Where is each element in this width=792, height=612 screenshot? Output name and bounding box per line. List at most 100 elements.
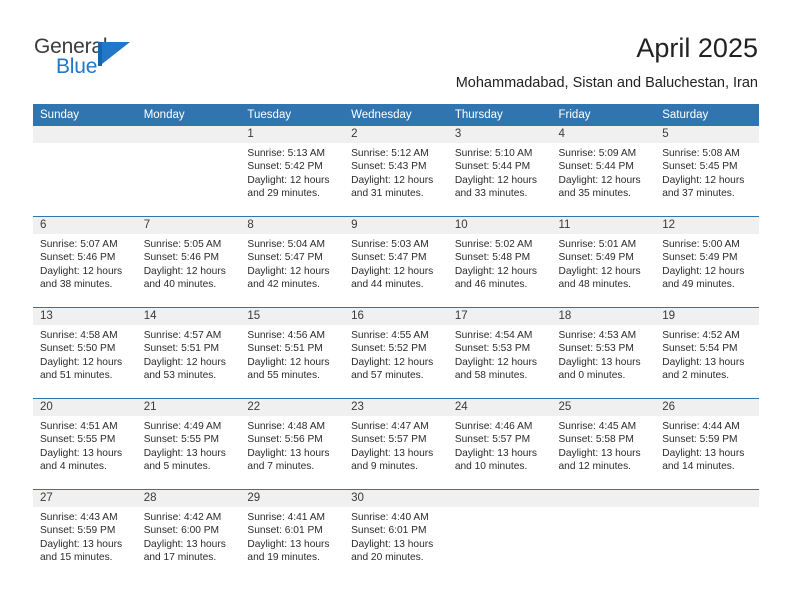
day-sun-info: Sunrise: 4:47 AM Sunset: 5:57 PM Daylight:… bbox=[344, 416, 448, 474]
calendar-day-cell[interactable]: 27 Sunrise: 4:43 AM Sunset: 5:59 PM Dayligh… bbox=[33, 489, 137, 580]
calendar-day-cell[interactable]: 30 Sunrise: 4:40 AM Sunset: 6:01 PM Dayligh… bbox=[344, 489, 448, 580]
day-sun-info: Sunrise: 4:55 AM Sunset: 5:52 PM Daylight:… bbox=[344, 325, 448, 383]
calendar-day-cell[interactable]: 23 Sunrise: 4:47 AM Sunset: 5:57 PM Dayligh… bbox=[344, 398, 448, 490]
day-sun-info: Sunrise: 4:48 AM Sunset: 5:56 PM Daylight:… bbox=[240, 416, 344, 474]
sunset-text: Sunset: 5:58 PM bbox=[558, 434, 634, 446]
logo-text-general: General bbox=[34, 35, 108, 58]
daylight-text: Daylight: 12 hours and 48 minutes. bbox=[558, 265, 641, 291]
day-cell-content: 16 Sunrise: 4:55 AM Sunset: 5:52 PM Dayligh… bbox=[344, 308, 448, 398]
calendar-day-cell[interactable]: 22 Sunrise: 4:48 AM Sunset: 5:56 PM Dayligh… bbox=[240, 398, 345, 490]
calendar-day-cell[interactable]: 3 Sunrise: 5:10 AM Sunset: 5:44 PM Daylight… bbox=[447, 126, 552, 217]
sunset-text: Sunset: 5:51 PM bbox=[143, 343, 220, 355]
daylight-text: Daylight: 12 hours and 51 minutes. bbox=[40, 356, 123, 382]
day-number: 23 bbox=[344, 399, 448, 416]
calendar-week-row: 20 Sunrise: 4:51 AM Sunset: 5:55 PM Dayligh… bbox=[33, 398, 759, 490]
day-sun-info: Sunrise: 4:45 AM Sunset: 5:58 PM Daylight:… bbox=[552, 416, 656, 474]
day-sun-info: Sunrise: 4:57 AM Sunset: 5:51 PM Daylight:… bbox=[137, 325, 241, 383]
day-sun-info: Sunrise: 5:13 AM Sunset: 5:42 PM Daylight:… bbox=[240, 143, 344, 201]
day-cell-content: 9 Sunrise: 5:03 AM Sunset: 5:47 PM Daylight… bbox=[344, 217, 448, 307]
calendar-day-cell[interactable]: 13 Sunrise: 4:58 AM Sunset: 5:50 PM Dayligh… bbox=[33, 307, 137, 399]
day-cell-content: 21 Sunrise: 4:49 AM Sunset: 5:55 PM Dayligh… bbox=[136, 399, 241, 489]
daylight-text: Daylight: 12 hours and 53 minutes. bbox=[143, 356, 226, 382]
sunrise-text: Sunrise: 5:03 AM bbox=[351, 239, 429, 250]
calendar-day-cell[interactable]: 10 Sunrise: 5:02 AM Sunset: 5:48 PM Dayligh… bbox=[447, 216, 552, 308]
calendar-day-cell[interactable]: 21 Sunrise: 4:49 AM Sunset: 5:55 PM Dayligh… bbox=[136, 398, 241, 490]
sunset-text: Sunset: 5:44 PM bbox=[558, 161, 634, 173]
calendar-day-cell bbox=[136, 126, 241, 217]
sunrise-text: Sunrise: 5:08 AM bbox=[662, 148, 740, 159]
day-cell-content: 2 Sunrise: 5:12 AM Sunset: 5:43 PM Daylight… bbox=[344, 126, 448, 216]
weekday-header-tuesday: Tuesday bbox=[240, 104, 345, 126]
calendar-day-cell[interactable]: 18 Sunrise: 4:53 AM Sunset: 5:53 PM Dayligh… bbox=[551, 307, 656, 399]
day-sun-info: Sunrise: 4:58 AM Sunset: 5:50 PM Daylight:… bbox=[33, 325, 137, 383]
day-number: 16 bbox=[344, 308, 448, 325]
calendar-day-cell[interactable]: 5 Sunrise: 5:08 AM Sunset: 5:45 PM Daylight… bbox=[655, 126, 759, 217]
calendar-day-cell[interactable]: 20 Sunrise: 4:51 AM Sunset: 5:55 PM Dayligh… bbox=[33, 398, 137, 490]
day-cell-content: 22 Sunrise: 4:48 AM Sunset: 5:56 PM Dayligh… bbox=[240, 399, 345, 489]
weekday-header-sunday: Sunday bbox=[33, 104, 137, 126]
calendar-day-cell[interactable]: 7 Sunrise: 5:05 AM Sunset: 5:46 PM Daylight… bbox=[136, 216, 241, 308]
calendar-day-cell[interactable]: 16 Sunrise: 4:55 AM Sunset: 5:52 PM Dayligh… bbox=[344, 307, 448, 399]
calendar-day-cell[interactable]: 24 Sunrise: 4:46 AM Sunset: 5:57 PM Dayligh… bbox=[447, 398, 552, 490]
calendar-day-cell[interactable]: 25 Sunrise: 4:45 AM Sunset: 5:58 PM Dayligh… bbox=[551, 398, 656, 490]
calendar-day-cell[interactable]: 14 Sunrise: 4:57 AM Sunset: 5:51 PM Dayligh… bbox=[136, 307, 241, 399]
calendar-day-cell[interactable]: 12 Sunrise: 5:00 AM Sunset: 5:49 PM Dayligh… bbox=[655, 216, 759, 308]
day-sun-info: Sunrise: 4:40 AM Sunset: 6:01 PM Daylight:… bbox=[344, 507, 448, 565]
sunset-text: Sunset: 5:49 PM bbox=[558, 252, 634, 264]
day-sun-info: Sunrise: 4:52 AM Sunset: 5:54 PM Daylight:… bbox=[655, 325, 759, 383]
calendar-day-cell[interactable]: 26 Sunrise: 4:44 AM Sunset: 5:59 PM Dayligh… bbox=[655, 398, 759, 490]
calendar-day-cell[interactable]: 29 Sunrise: 4:41 AM Sunset: 6:01 PM Dayligh… bbox=[240, 489, 345, 580]
calendar-day-cell[interactable]: 11 Sunrise: 5:01 AM Sunset: 5:49 PM Dayligh… bbox=[551, 216, 656, 308]
sunrise-text: Sunrise: 5:07 AM bbox=[40, 239, 118, 250]
day-sun-info: Sunrise: 5:04 AM Sunset: 5:47 PM Daylight:… bbox=[240, 234, 344, 292]
day-sun-info: Sunrise: 5:10 AM Sunset: 5:44 PM Daylight:… bbox=[448, 143, 552, 201]
sunset-text: Sunset: 5:53 PM bbox=[454, 343, 531, 355]
day-number: 19 bbox=[655, 308, 759, 325]
calendar-day-cell[interactable]: 9 Sunrise: 5:03 AM Sunset: 5:47 PM Daylight… bbox=[344, 216, 448, 308]
day-number: 12 bbox=[655, 217, 759, 234]
calendar-day-cell bbox=[33, 126, 137, 217]
day-number: 15 bbox=[240, 308, 345, 325]
sunset-text: Sunset: 5:59 PM bbox=[40, 525, 116, 537]
daylight-text: Daylight: 12 hours and 40 minutes. bbox=[143, 265, 226, 291]
day-sun-info: Sunrise: 5:07 AM Sunset: 5:46 PM Daylight:… bbox=[33, 234, 137, 292]
calendar-day-cell[interactable]: 15 Sunrise: 4:56 AM Sunset: 5:51 PM Dayligh… bbox=[240, 307, 345, 399]
weekday-header-friday: Friday bbox=[551, 104, 656, 126]
sunset-text: Sunset: 5:45 PM bbox=[662, 161, 738, 173]
calendar-day-cell[interactable]: 6 Sunrise: 5:07 AM Sunset: 5:46 PM Daylight… bbox=[33, 216, 137, 308]
day-number: 21 bbox=[136, 399, 241, 416]
day-number: 2 bbox=[344, 126, 448, 143]
day-cell-content bbox=[136, 126, 241, 216]
sunrise-text: Sunrise: 5:01 AM bbox=[558, 239, 637, 250]
calendar-day-cell[interactable]: 17 Sunrise: 4:54 AM Sunset: 5:53 PM Dayligh… bbox=[447, 307, 552, 399]
daylight-text: Daylight: 13 hours and 4 minutes. bbox=[40, 447, 123, 473]
day-sun-info: Sunrise: 4:49 AM Sunset: 5:55 PM Daylight:… bbox=[137, 416, 241, 474]
day-cell-content: 17 Sunrise: 4:54 AM Sunset: 5:53 PM Dayligh… bbox=[447, 308, 552, 398]
day-number: 24 bbox=[447, 399, 552, 416]
general-blue-logo[interactable]: General Blue bbox=[34, 36, 144, 84]
calendar-day-cell[interactable]: 8 Sunrise: 5:04 AM Sunset: 5:47 PM Daylight… bbox=[240, 216, 345, 308]
sunset-text: Sunset: 5:51 PM bbox=[247, 343, 323, 355]
sunrise-text: Sunrise: 4:47 AM bbox=[351, 421, 429, 432]
daylight-text: Daylight: 13 hours and 20 minutes. bbox=[351, 538, 434, 564]
calendar-day-cell[interactable]: 19 Sunrise: 4:52 AM Sunset: 5:54 PM Dayligh… bbox=[655, 307, 759, 399]
calendar-body: 1 Sunrise: 5:13 AM Sunset: 5:42 PM Daylight… bbox=[33, 126, 759, 580]
calendar-day-cell[interactable]: 4 Sunrise: 5:09 AM Sunset: 5:44 PM Daylight… bbox=[551, 126, 656, 217]
calendar-day-cell[interactable]: 28 Sunrise: 4:42 AM Sunset: 6:00 PM Dayligh… bbox=[136, 489, 241, 580]
daylight-text: Daylight: 13 hours and 2 minutes. bbox=[662, 356, 745, 382]
sunrise-text: Sunrise: 4:52 AM bbox=[662, 330, 740, 341]
day-cell-content: 1 Sunrise: 5:13 AM Sunset: 5:42 PM Daylight… bbox=[240, 126, 345, 216]
sunset-text: Sunset: 5:46 PM bbox=[40, 252, 116, 264]
day-cell-content: 14 Sunrise: 4:57 AM Sunset: 5:51 PM Dayligh… bbox=[136, 308, 241, 398]
sunset-text: Sunset: 5:59 PM bbox=[662, 434, 738, 446]
calendar-day-cell[interactable]: 1 Sunrise: 5:13 AM Sunset: 5:42 PM Daylight… bbox=[240, 126, 345, 217]
day-number bbox=[551, 490, 656, 507]
calendar-day-cell[interactable]: 2 Sunrise: 5:12 AM Sunset: 5:43 PM Daylight… bbox=[344, 126, 448, 217]
day-number: 11 bbox=[551, 217, 656, 234]
day-sun-info: Sunrise: 4:56 AM Sunset: 5:51 PM Daylight:… bbox=[240, 325, 344, 383]
sunrise-text: Sunrise: 5:12 AM bbox=[351, 148, 429, 159]
daylight-text: Daylight: 12 hours and 38 minutes. bbox=[40, 265, 123, 291]
daylight-text: Daylight: 13 hours and 19 minutes. bbox=[247, 538, 330, 564]
day-cell-content: 30 Sunrise: 4:40 AM Sunset: 6:01 PM Dayligh… bbox=[344, 490, 448, 580]
daylight-text: Daylight: 13 hours and 7 minutes. bbox=[247, 447, 330, 473]
